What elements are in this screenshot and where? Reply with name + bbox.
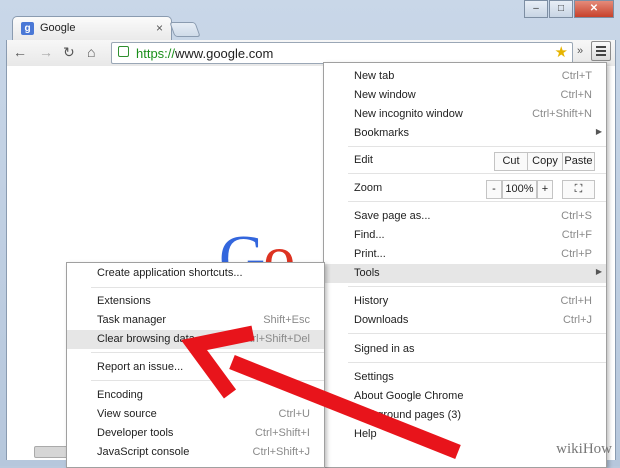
wikihow-watermark: wikiHow <box>556 441 612 457</box>
red-pointer-arrow-icon <box>181 325 461 459</box>
